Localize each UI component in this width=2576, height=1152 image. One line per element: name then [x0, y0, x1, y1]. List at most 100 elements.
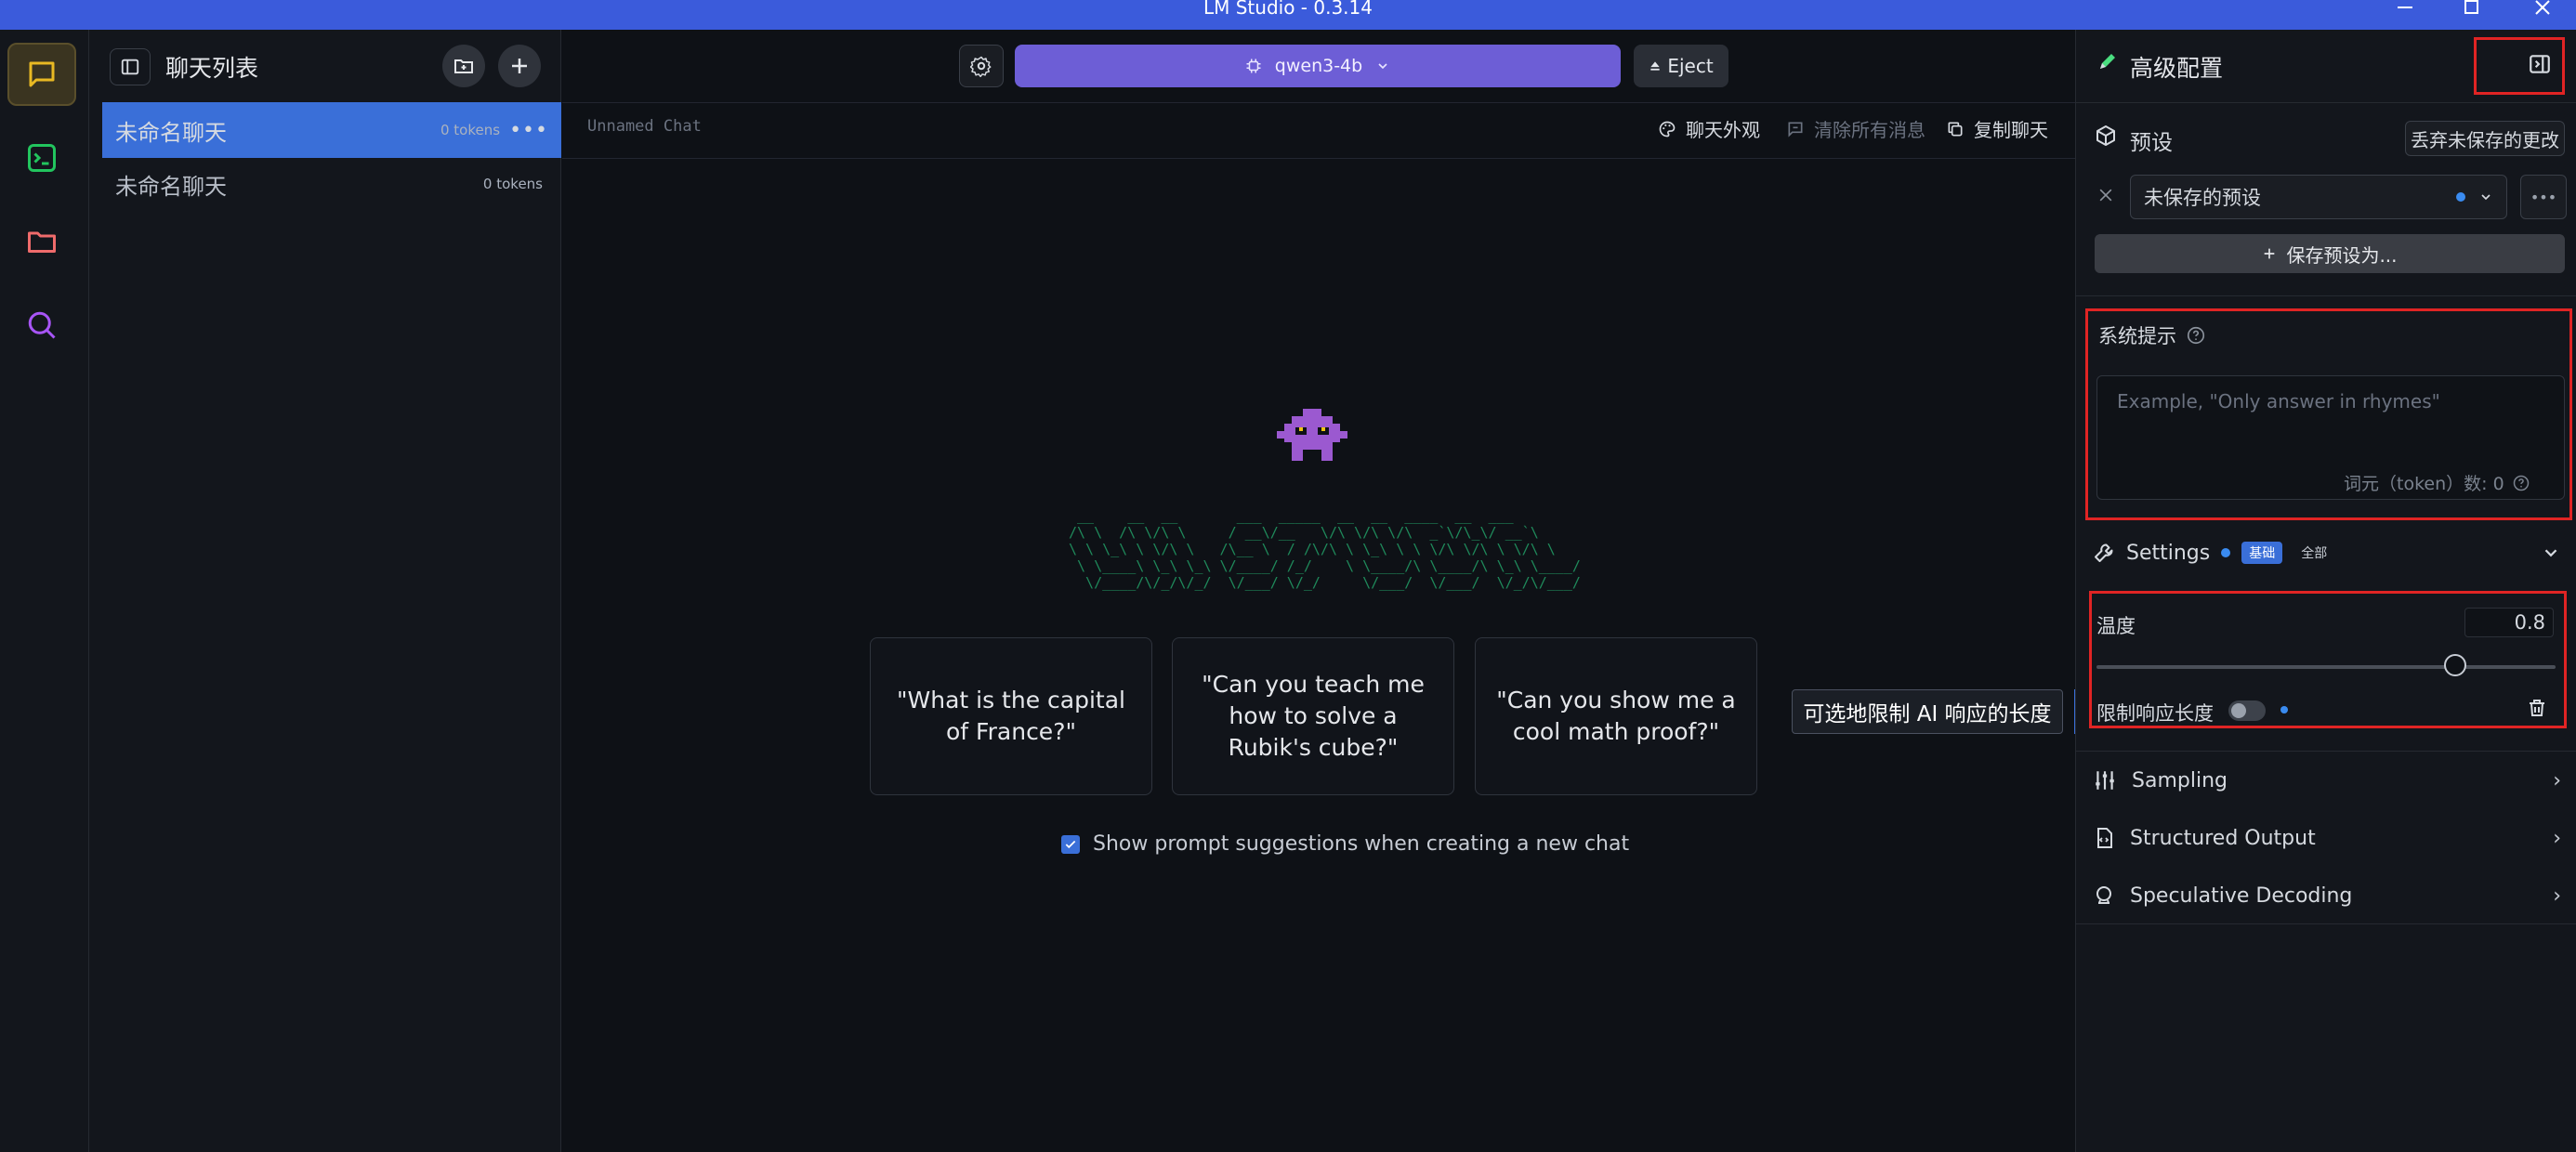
temperature-slider-track[interactable] [2096, 665, 2556, 669]
divider [562, 158, 2075, 159]
window-title: LM Studio - 0.3.14 [1203, 0, 1373, 19]
show-suggestions-option[interactable]: Show prompt suggestions when creating a … [1061, 832, 1629, 856]
panel-right-icon [2530, 55, 2550, 73]
ascii-logo: __ __ __ ___ _____ __ __ ____ __ ___ /\ … [1069, 507, 1581, 591]
new-chat-button[interactable] [498, 45, 541, 87]
preset-selected-value: 未保存的预设 [2144, 187, 2261, 209]
copy-chat-button[interactable]: 复制聊天 [1946, 115, 2048, 142]
collapse-sidebar-button[interactable] [110, 48, 151, 85]
prompt-suggestion-card[interactable]: "Can you show me a cool math proof?" [1475, 637, 1757, 795]
limit-length-label: 限制响应长度 [2096, 702, 2214, 725]
crystal-ball-icon [2096, 886, 2111, 904]
main-chat-area [562, 30, 2075, 1152]
model-name: qwen3-4b [1274, 56, 1363, 76]
structured-output-section[interactable]: Structured Output › [2093, 819, 2567, 857]
discard-changes-button[interactable]: 丢弃未保存的更改 [2405, 121, 2565, 156]
chat-title[interactable]: Unnamed Chat [587, 117, 702, 136]
gear-icon [970, 56, 992, 77]
preset-select[interactable]: 未保存的预设 [2130, 175, 2507, 219]
eject-icon [1650, 61, 1660, 71]
eject-button[interactable]: Eject [1634, 45, 1728, 87]
sliders-icon [2096, 771, 2114, 790]
model-selector-button[interactable]: qwen3-4b [1015, 45, 1621, 87]
chat-list-title: 聊天列表 [165, 55, 259, 82]
chevron-down-icon [1378, 63, 1387, 70]
save-preset-label: 保存预设为... [2286, 243, 2398, 267]
preset-label: 预设 [2130, 131, 2173, 155]
divider [2075, 295, 2576, 296]
chevron-right-icon: › [2553, 884, 2561, 908]
clear-messages-button[interactable]: 清除所有消息 [1786, 115, 1925, 142]
system-prompt-header: 系统提示 [2098, 321, 2206, 349]
clear-preset-button[interactable] [2096, 186, 2115, 208]
palette-icon [1659, 121, 1676, 137]
help-icon[interactable] [2512, 474, 2530, 492]
new-folder-button[interactable] [442, 45, 485, 87]
chat-name: 未命名聊天 [115, 173, 227, 200]
folder-icon [28, 231, 56, 253]
modified-dot [2280, 706, 2288, 713]
preset-more-button[interactable]: ••• [2520, 175, 2567, 219]
collapse-panel-button[interactable] [2528, 52, 2552, 80]
prompt-suggestion-card[interactable]: "Can you teach me how to solve a Rubik's… [1172, 637, 1454, 795]
sampling-section[interactable]: Sampling › [2093, 762, 2567, 799]
show-suggestions-checkbox[interactable] [1061, 834, 1080, 854]
cube-icon [2095, 124, 2117, 151]
toggle-knob [2231, 703, 2246, 718]
close-icon [2099, 189, 2112, 202]
temperature-slider-handle[interactable] [2444, 654, 2466, 676]
modified-dot [2221, 548, 2231, 557]
code-file-icon [2097, 828, 2112, 848]
clear-messages-label: 清除所有消息 [1814, 119, 1925, 141]
sampling-label: Sampling [2132, 768, 2228, 792]
help-icon[interactable] [2186, 325, 2206, 346]
sidebar-icon [121, 59, 139, 75]
system-prompt-placeholder: Example, "Only answer in rhymes" [2117, 390, 2440, 412]
clear-chat-icon [1788, 122, 1803, 137]
maximize-button[interactable] [2444, 0, 2500, 30]
wrench-icon [2095, 543, 2113, 562]
token-count-label: 词元（token）数: 0 [2344, 474, 2504, 494]
chevron-right-icon: › [2553, 826, 2561, 850]
chat-token-count: 0 tokens [440, 122, 501, 138]
settings-button[interactable] [959, 45, 1004, 87]
models-nav-button[interactable] [7, 210, 76, 273]
more-options-icon: ••• [2530, 188, 2557, 206]
divider [562, 102, 2075, 103]
robot-mascot-icon [1277, 409, 1347, 468]
token-count: 词元（token）数: 0 [2344, 470, 2530, 495]
tab-all[interactable]: 全部 [2293, 542, 2334, 564]
divider [2075, 102, 2576, 103]
temperature-label: 温度 [2096, 615, 2136, 637]
terminal-icon [28, 144, 56, 172]
divider [2075, 923, 2576, 924]
prompt-suggestion-card[interactable]: "What is the capital of France?" [870, 637, 1152, 795]
discover-nav-button[interactable] [7, 294, 76, 357]
chevron-right-icon: › [2553, 768, 2561, 792]
developer-nav-button[interactable] [7, 126, 76, 190]
chat-name: 未命名聊天 [115, 119, 227, 146]
show-suggestions-label: Show prompt suggestions when creating a … [1093, 832, 1630, 856]
chat-list-item[interactable]: 未命名聊天 0 tokens [102, 156, 561, 212]
temperature-input[interactable]: 0.8 [2464, 608, 2554, 637]
check-icon [1065, 840, 1076, 848]
chat-nav-button[interactable] [7, 43, 76, 106]
limit-length-tooltip: 可选地限制 AI 响应的长度 [1792, 689, 2063, 734]
chat-list-item[interactable]: 未命名聊天 0 tokens ••• [102, 102, 561, 158]
minimize-button[interactable] [2377, 0, 2433, 30]
close-button[interactable] [2515, 0, 2570, 30]
delete-button[interactable] [2526, 697, 2548, 723]
left-rail [0, 30, 89, 1152]
folder-plus-icon [454, 59, 473, 73]
settings-section-header[interactable]: Settings 基础 全部 [2093, 539, 2567, 567]
divider [2075, 751, 2576, 752]
save-preset-button[interactable]: 保存预设为... [2095, 234, 2565, 273]
chat-appearance-label: 聊天外观 [1686, 119, 1760, 141]
unsaved-dot [2456, 192, 2465, 202]
speculative-decoding-section[interactable]: Speculative Decoding › [2093, 877, 2567, 914]
more-options-icon[interactable]: ••• [509, 119, 548, 142]
tab-basic[interactable]: 基础 [2241, 542, 2283, 564]
chat-appearance-button[interactable]: 聊天外观 [1658, 115, 1760, 142]
pencil-icon [2096, 50, 2119, 76]
system-prompt-label: 系统提示 [2098, 325, 2176, 347]
